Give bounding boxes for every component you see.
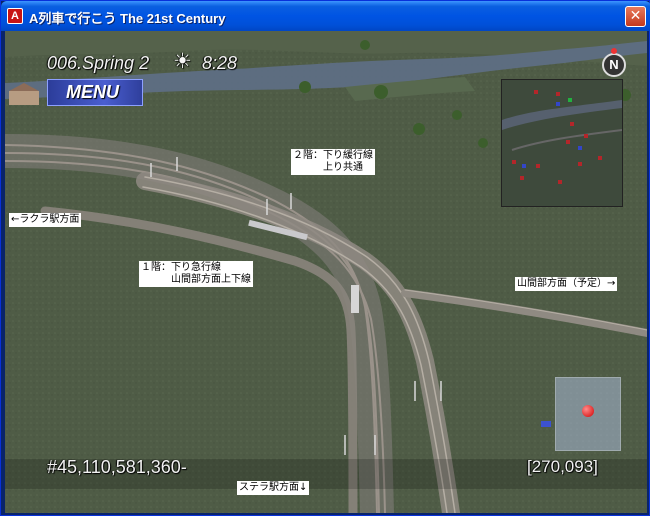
app-icon: A [7,8,23,24]
compass-marker [611,48,617,54]
compass-north-icon[interactable]: N [602,48,626,77]
menu-button-label: MENU [66,82,119,102]
label-to-sankanbu: 山間部方面（予定）→ [515,277,618,291]
compass-label: N [609,57,619,72]
close-button[interactable]: ✕ [625,6,646,27]
date-display: 006.Spring 2 [47,53,150,73]
flag-icon [541,421,551,427]
map-coordinates: [270,093] [527,457,598,476]
minimap-view [502,80,623,206]
menu-button[interactable]: MENU [47,79,143,106]
title-bar[interactable]: A A列車で行こう The 21st Century ✕ [1,1,650,31]
label-to-sutera-station: ステラ駅方面↓ [237,481,310,495]
game-window: A A列車で行こう The 21st Century ✕ 006.Spring … [0,0,650,516]
game-viewport[interactable]: 006.Spring 2 ☀ 8:28 MENU N ２階：下り緩行線 上り共通… [5,31,647,513]
label-floor2-lines: ２階：下り緩行線 上り共通 [291,149,375,175]
label-to-rakura-station: ←ラクラ駅方面 [9,213,82,227]
label-floor1-lines: １階：下り急行線 山間部方面上下線 [139,261,253,287]
funds-display: #45,110,581,360- [47,457,187,477]
weather-sun-icon: ☀ [173,50,192,73]
clock-display: 8:28 [202,53,238,73]
window-title: A列車で行こう The 21st Century [29,11,226,26]
camera-navigation-widget[interactable] [555,377,621,451]
minimap[interactable] [501,79,623,207]
camera-position-marker [582,405,594,417]
